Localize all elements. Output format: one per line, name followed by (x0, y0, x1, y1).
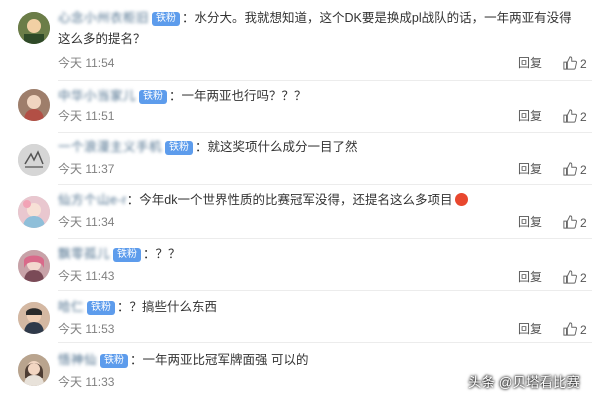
like-count: 2 (580, 271, 587, 285)
user-avatar[interactable] (18, 250, 50, 282)
fan-badge: 铁粉 (165, 141, 194, 155)
comment-content: 仙方个山e-r：今年dk一个世界性质的比赛冠军没得，还提名这么多项目 (58, 190, 582, 211)
comment-time: 今天 11:54 (58, 56, 115, 70)
comment-text: 一年两亚比冠军牌面强 可以的 (142, 353, 309, 367)
comment-content: 悟神仙 铁粉 ：一年两亚比冠军牌面强 可以的 (58, 350, 582, 371)
comment-time: 今天 11:33 (58, 375, 115, 389)
comment-time: 今天 11:43 (58, 269, 115, 283)
like-button[interactable]: 2 (563, 215, 587, 230)
comment-time: 今天 11:37 (58, 162, 115, 176)
comment-time: 今天 11:34 (58, 215, 115, 229)
username-link[interactable]: 一个浪漫主义手机 (58, 140, 162, 154)
like-button[interactable]: 2 (563, 270, 587, 285)
comment-content: 飘零孤儿 铁粉：？？ (58, 244, 582, 265)
reply-button[interactable]: 回复 (518, 162, 542, 176)
reply-button[interactable]: 回复 (518, 215, 542, 229)
thumbs-up-icon (563, 109, 577, 123)
colon: ： (117, 300, 130, 314)
emoji-icon (454, 193, 468, 206)
comment-time: 今天 11:51 (58, 109, 115, 123)
comment-text: 今年dk一个世界性质的比赛冠军没得，还提名这么多项目 (139, 193, 453, 207)
divider (58, 132, 592, 133)
colon: ： (182, 11, 195, 25)
reply-button[interactable]: 回复 (518, 109, 542, 123)
username-link[interactable]: 飘零孤儿 (58, 247, 110, 261)
reply-button[interactable]: 回复 (518, 322, 542, 336)
like-count: 2 (580, 163, 587, 177)
user-avatar[interactable] (18, 89, 50, 121)
username-link[interactable]: 中华小当家儿 (58, 89, 136, 103)
username-link[interactable]: 哈仁 (58, 300, 84, 314)
fan-badge: 铁粉 (87, 301, 116, 315)
comment-content: 哈仁 铁粉 ：？搞些什么东西 (58, 297, 582, 318)
fan-badge: 铁粉 (139, 90, 168, 104)
like-button[interactable]: 2 (563, 56, 587, 71)
username-link[interactable]: 悟神仙 (58, 353, 97, 367)
thumbs-up-icon (563, 56, 577, 70)
username-link[interactable]: 心念小州衣柜旧 (58, 11, 149, 25)
like-button[interactable]: 2 (563, 322, 587, 337)
divider (58, 342, 592, 343)
reply-button[interactable]: 回复 (518, 270, 542, 284)
like-button[interactable]: 2 (563, 109, 587, 124)
fan-badge: 铁粉 (152, 12, 181, 26)
like-button[interactable]: 2 (563, 162, 587, 177)
colon: ： (130, 353, 143, 367)
user-avatar[interactable] (18, 196, 50, 228)
thumbs-up-icon (563, 162, 577, 176)
colon: ： (169, 89, 182, 103)
fan-badge: 铁粉 (100, 354, 129, 368)
comment-text: 一年两亚也行吗？？？ (181, 89, 307, 103)
thumbs-up-icon (563, 270, 577, 284)
user-avatar[interactable] (18, 302, 50, 334)
divider (58, 238, 592, 239)
watermark: 头条 @贝塔看比赛 (468, 375, 580, 390)
colon: ： (143, 247, 156, 261)
comment-text: ？搞些什么东西 (129, 300, 218, 314)
user-avatar[interactable] (18, 144, 50, 176)
comment-content: 一个浪漫主义手机 铁粉 ：就这奖项什么成分一目了然 (58, 137, 582, 158)
comment-time: 今天 11:53 (58, 322, 115, 336)
username-link[interactable]: 仙方个山e-r (58, 193, 127, 207)
divider (58, 290, 592, 291)
like-count: 2 (580, 323, 587, 337)
comment-content: 心念小州衣柜旧 铁粉 ：水分大。我就想知道，这个DK要是换成pl战队的话，一年两亚有… (58, 8, 582, 50)
colon: ： (126, 193, 140, 207)
like-count: 2 (580, 57, 587, 71)
reply-button[interactable]: 回复 (518, 56, 542, 70)
divider (58, 80, 592, 81)
like-count: 2 (580, 216, 587, 230)
comment-text: ？？ (155, 247, 181, 261)
thumbs-up-icon (563, 322, 577, 336)
thumbs-up-icon (563, 215, 577, 229)
comment-text: 就这奖项什么成分一目了然 (207, 140, 358, 154)
comment-content: 中华小当家儿 铁粉 ：一年两亚也行吗？？？ (58, 86, 582, 107)
user-avatar[interactable] (18, 12, 50, 44)
fan-badge: 铁粉 (113, 248, 142, 262)
divider (58, 184, 592, 185)
colon: ： (195, 140, 208, 154)
user-avatar[interactable] (18, 354, 50, 386)
like-count: 2 (580, 110, 587, 124)
